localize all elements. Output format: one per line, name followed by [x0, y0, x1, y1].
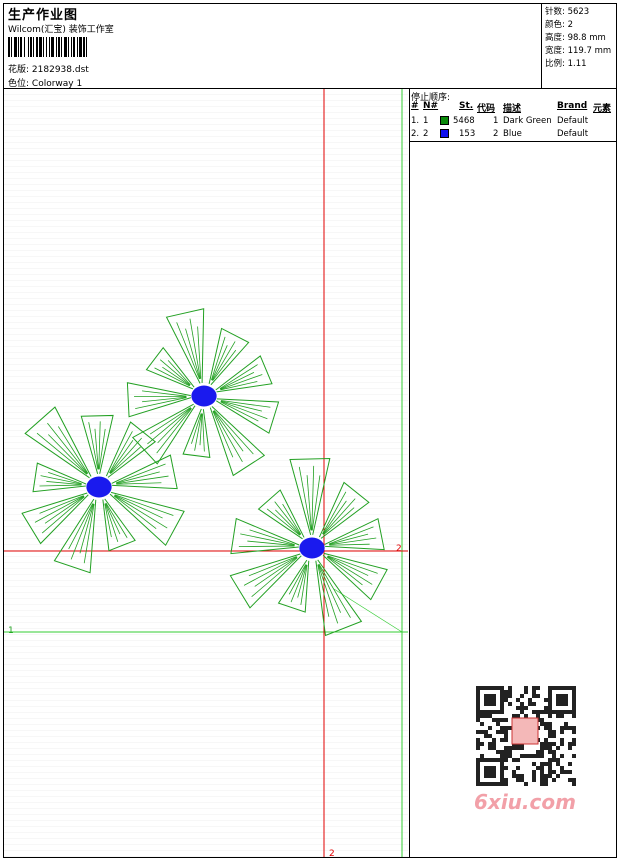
flower-motif — [229, 458, 388, 637]
marker-1: 1 — [8, 626, 14, 636]
row-1-needle: 1 — [423, 116, 429, 126]
row-2-description: Blue — [503, 129, 522, 139]
col-description: 描述 — [503, 104, 522, 114]
col-code: 代码 — [477, 104, 496, 114]
stat-scale: 比例: 1.11 — [545, 59, 587, 69]
design-file-name: 2182938.dst — [31, 65, 89, 75]
row-1-description: Dark Green — [503, 116, 552, 126]
flower-motif — [126, 308, 280, 477]
col-stitches: St. — [459, 101, 474, 111]
table-divider — [409, 141, 617, 142]
row-1-code: 1 — [493, 116, 499, 126]
flower-center — [86, 476, 112, 498]
row-2-color-swatch — [440, 129, 449, 138]
row-2-needle: 2 — [423, 129, 429, 139]
flower-motif — [21, 406, 185, 574]
row-1-stitches: 5468 — [453, 116, 475, 126]
row-2-code: 2 — [493, 129, 499, 139]
stats-box: 针数: 5623 颜色: 2 高度: 98.8 mm 宽度: 119.7 mm … — [541, 4, 617, 88]
row-2-brand: Default — [557, 129, 589, 139]
design-file-line: 花版: 2182938.dst — [8, 62, 89, 75]
design-canvas[interactable]: 1 2 2 — [4, 89, 408, 857]
worksheet-title: 生产作业图 — [8, 8, 79, 23]
embroidery-preview: 1 2 2 — [4, 89, 408, 857]
col-element: 元素 — [593, 104, 612, 114]
stat-height: 高度: 98.8 mm — [545, 33, 606, 43]
flower-center — [299, 537, 325, 559]
row-2-index: 2. — [411, 129, 420, 139]
design-label: 花版: — [8, 65, 30, 75]
row-1-brand: Default — [557, 116, 589, 126]
stat-width: 宽度: 119.7 mm — [545, 46, 612, 56]
flower-center — [191, 385, 217, 407]
qr-logo — [511, 717, 539, 745]
stat-colors: 颜色: 2 — [545, 20, 573, 30]
marker-2-bottom: 2 — [329, 849, 335, 857]
guide-line-diagonal — [333, 588, 403, 633]
stat-stitches: 针数: 5623 — [545, 7, 590, 17]
row-1-index: 1. — [411, 116, 420, 126]
marker-2-right: 2 — [396, 544, 402, 554]
company-name: Wilcom(汇宝) 装饰工作室 — [8, 25, 114, 35]
col-index: # — [411, 101, 419, 111]
col-needle: N# — [423, 101, 439, 111]
row-2-stitches: 153 — [459, 129, 476, 139]
watermark-site: 6xiu.com — [474, 790, 576, 814]
qr-code — [470, 680, 582, 792]
col-brand: Brand — [557, 101, 588, 111]
row-1-color-swatch — [440, 116, 449, 125]
barcode — [8, 37, 140, 57]
